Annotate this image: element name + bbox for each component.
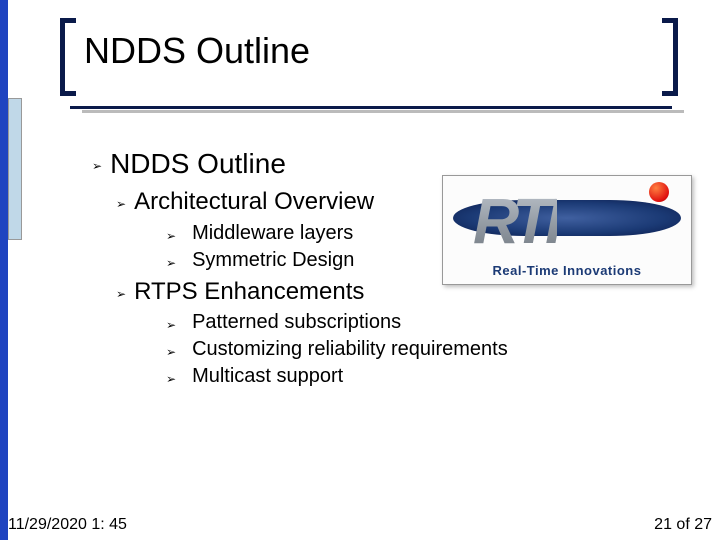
left-tab-decor — [8, 98, 22, 240]
bullet-icon: ➢ — [166, 365, 176, 387]
logo-subtitle: Real-Time Innovations — [443, 263, 691, 278]
list-item: ➢ Patterned subscriptions — [166, 311, 692, 334]
list-item-text: Patterned subscriptions — [192, 311, 401, 334]
list-item: ➢ Multicast support — [166, 365, 692, 388]
bullet-icon: ➢ — [166, 249, 176, 271]
rti-logo: RTI Real-Time Innovations — [442, 175, 692, 285]
footer-page-number: 21 of 27 — [654, 516, 712, 534]
outline-heading-text: NDDS Outline — [110, 148, 286, 180]
slide-title: NDDS Outline — [84, 30, 310, 72]
list-item: ➢ Customizing reliability requirements — [166, 338, 692, 361]
bullet-icon: ➢ — [166, 338, 176, 360]
footer-datetime: 11/29/2020 1: 45 — [8, 516, 127, 534]
bullet-icon: ➢ — [166, 222, 176, 244]
bracket-left-icon — [60, 18, 76, 96]
list-item-text: Middleware layers — [192, 222, 353, 245]
logo-dot-icon — [649, 182, 669, 202]
bracket-right-icon — [662, 18, 678, 96]
section-heading-text: Architectural Overview — [134, 188, 374, 216]
logo-letters: RTI — [473, 184, 557, 258]
bullet-icon: ➢ — [116, 278, 126, 302]
list-item-text: Symmetric Design — [192, 249, 354, 272]
title-underline-shadow — [82, 110, 684, 113]
section-heading-text: RTPS Enhancements — [134, 278, 364, 306]
left-accent-strip — [0, 0, 8, 540]
list-item-text: Customizing reliability requirements — [192, 338, 508, 361]
title-underline — [70, 106, 672, 109]
list-item-text: Multicast support — [192, 365, 343, 388]
bullet-icon: ➢ — [116, 188, 126, 212]
title-frame: NDDS Outline — [60, 18, 678, 96]
bullet-icon: ➢ — [92, 148, 102, 174]
bullet-icon: ➢ — [166, 311, 176, 333]
